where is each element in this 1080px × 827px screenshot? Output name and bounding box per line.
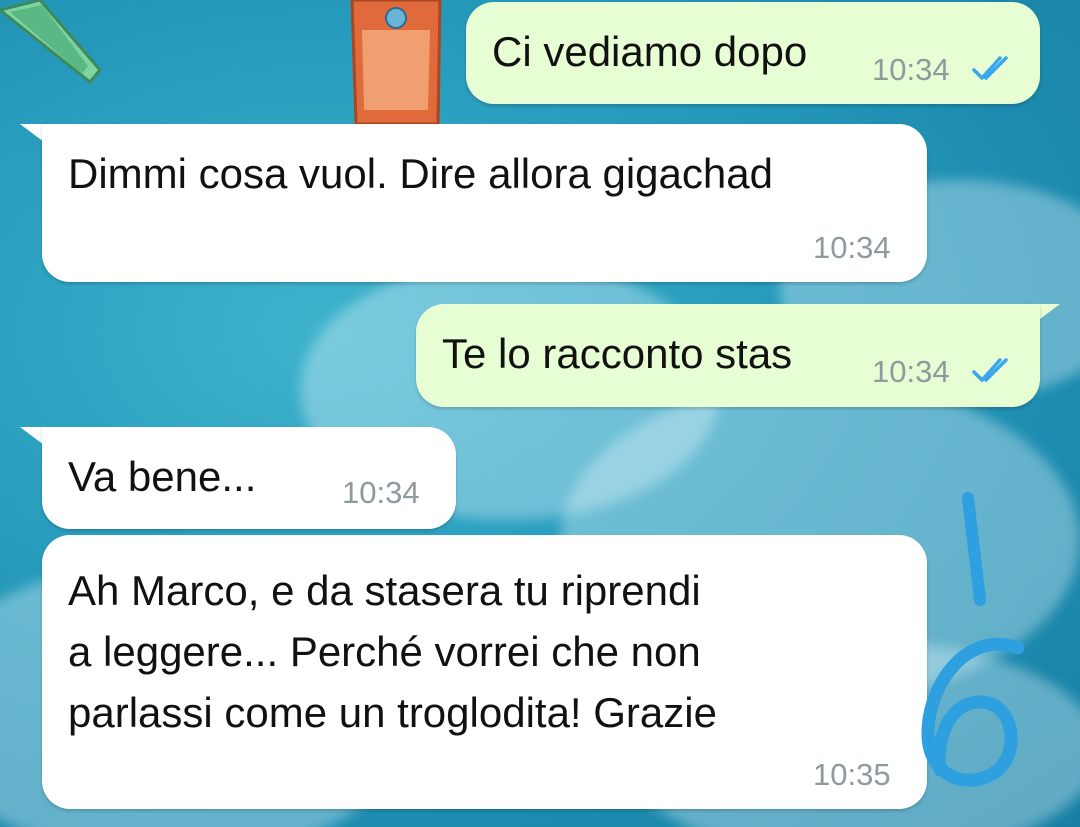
message-line: parlassi come un troglodita! Grazie [68,689,717,736]
message-timestamp: 10:34 [872,52,950,87]
message-text: Ci vediamo dopo [492,28,808,75]
incoming-message-bubble[interactable]: Dimmi cosa vuol. Dire allora gigachad 10… [42,124,927,282]
message-text: Te lo racconto stas [442,330,793,377]
outgoing-message-bubble[interactable]: Te lo racconto stas 10:34 [416,304,1040,407]
outgoing-message-bubble[interactable]: Ci vediamo dopo 10:34 [466,2,1040,104]
message-timestamp: 10:34 [872,354,950,389]
boat-illustration [0,0,102,85]
boat-illustration [350,0,442,124]
read-receipt-icon [972,56,1008,81]
message-text: Va bene... [68,453,257,500]
message-text: Ah Marco, e da stasera tu riprendi a leg… [68,561,717,744]
message-line: a leggere... Perché vorrei che non [68,628,701,675]
message-timestamp: 10:34 [342,475,420,510]
message-timestamp: 10:35 [813,757,891,792]
message-timestamp: 10:34 [813,230,891,265]
message-text: Dimmi cosa vuol. Dire allora gigachad [68,150,773,197]
incoming-message-bubble[interactable]: Ah Marco, e da stasera tu riprendi a leg… [42,535,927,809]
read-receipt-icon [972,358,1008,383]
incoming-message-bubble[interactable]: Va bene... 10:34 [42,427,456,529]
message-line: Ah Marco, e da stasera tu riprendi [68,567,701,614]
handwritten-annotation [921,492,1025,787]
